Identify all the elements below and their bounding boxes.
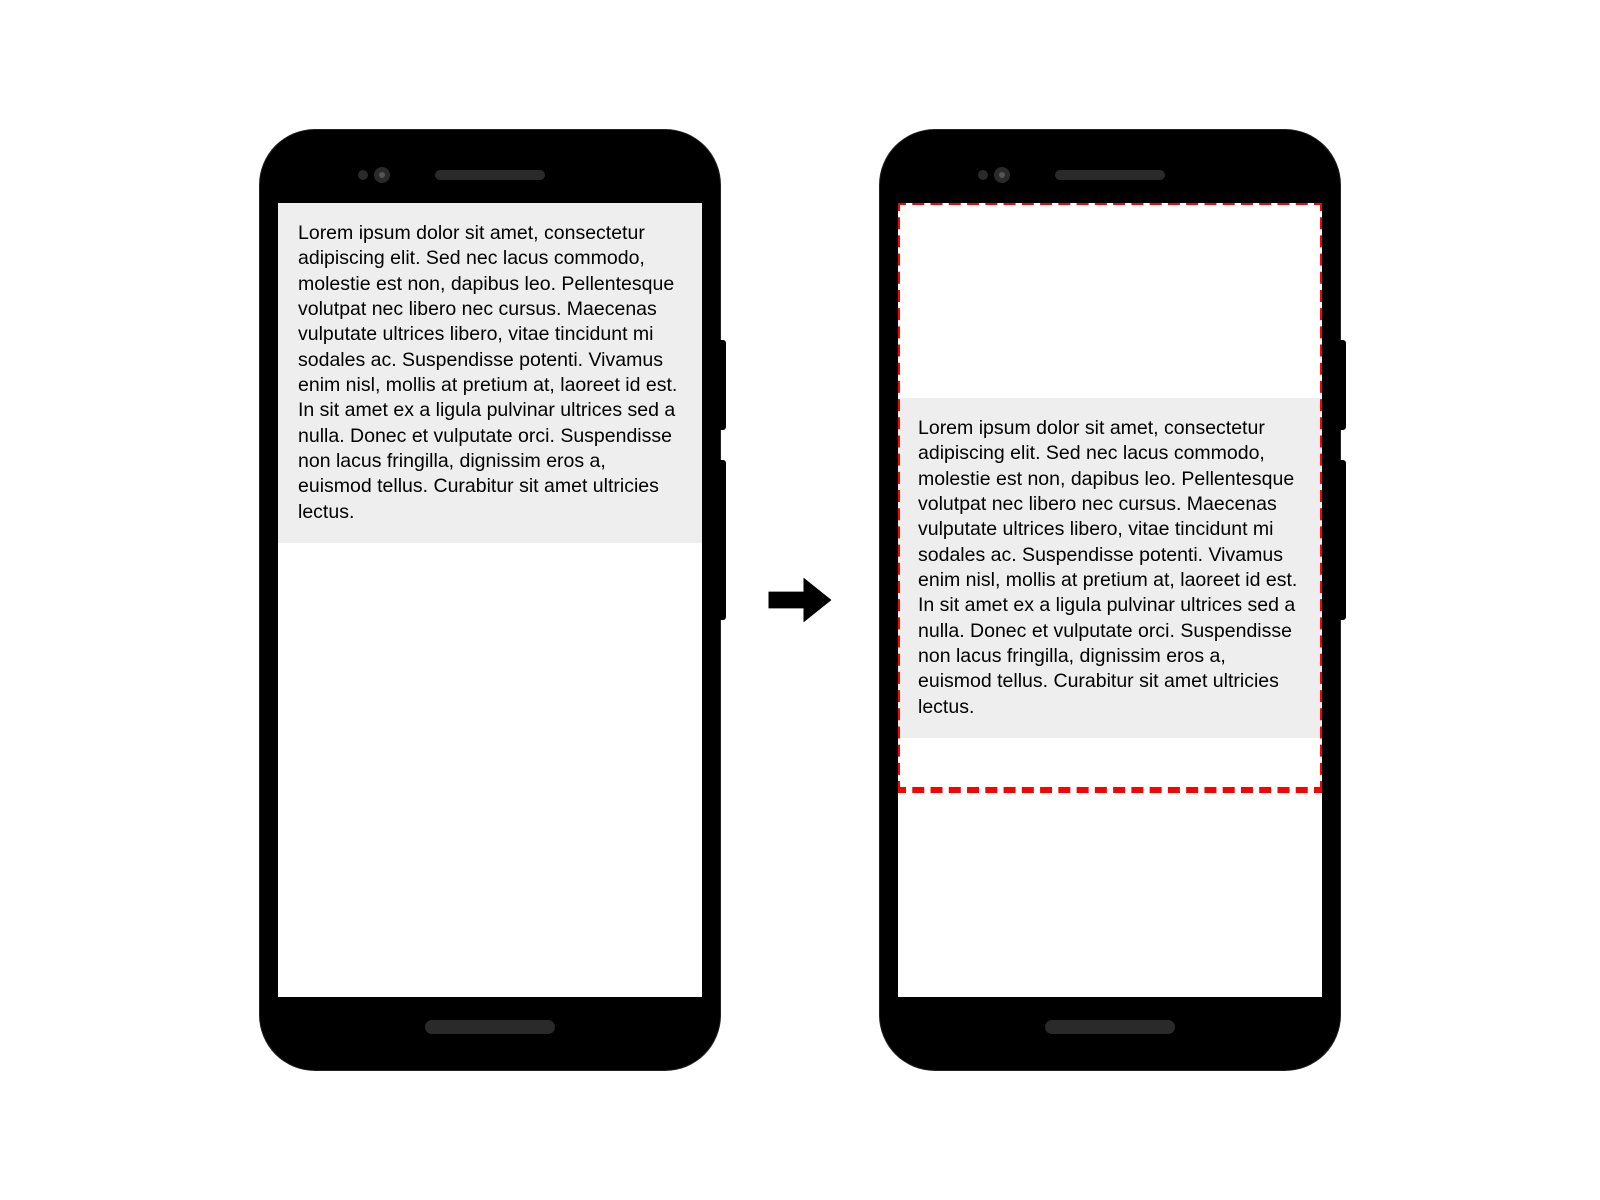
volume-button — [720, 460, 726, 620]
phone-screen: Lorem ipsum dolor sit amet, consectetur … — [898, 203, 1322, 997]
power-button — [720, 340, 726, 430]
volume-button — [1340, 460, 1346, 620]
home-indicator — [1045, 1020, 1175, 1034]
transition-arrow — [760, 565, 840, 635]
arrow-right-icon — [765, 565, 835, 635]
phone-screen: Lorem ipsum dolor sit amet, consectetur … — [278, 203, 702, 997]
power-button — [1340, 340, 1346, 430]
speaker-grille — [1055, 170, 1165, 180]
lorem-text-block: Lorem ipsum dolor sit amet, consectetur … — [898, 398, 1322, 738]
phone-before: Lorem ipsum dolor sit amet, consectetur … — [260, 130, 720, 1070]
home-indicator — [425, 1020, 555, 1034]
phone-after: Lorem ipsum dolor sit amet, consectetur … — [880, 130, 1340, 1070]
lorem-text-block: Lorem ipsum dolor sit amet, consectetur … — [278, 203, 702, 543]
phone-inner: Lorem ipsum dolor sit amet, consectetur … — [898, 148, 1322, 1052]
phone-inner: Lorem ipsum dolor sit amet, consectetur … — [278, 148, 702, 1052]
speaker-grille — [435, 170, 545, 180]
front-camera — [978, 167, 1010, 183]
inset-diagram: Lorem ipsum dolor sit amet, consectetur … — [0, 0, 1600, 1200]
front-camera — [358, 167, 390, 183]
